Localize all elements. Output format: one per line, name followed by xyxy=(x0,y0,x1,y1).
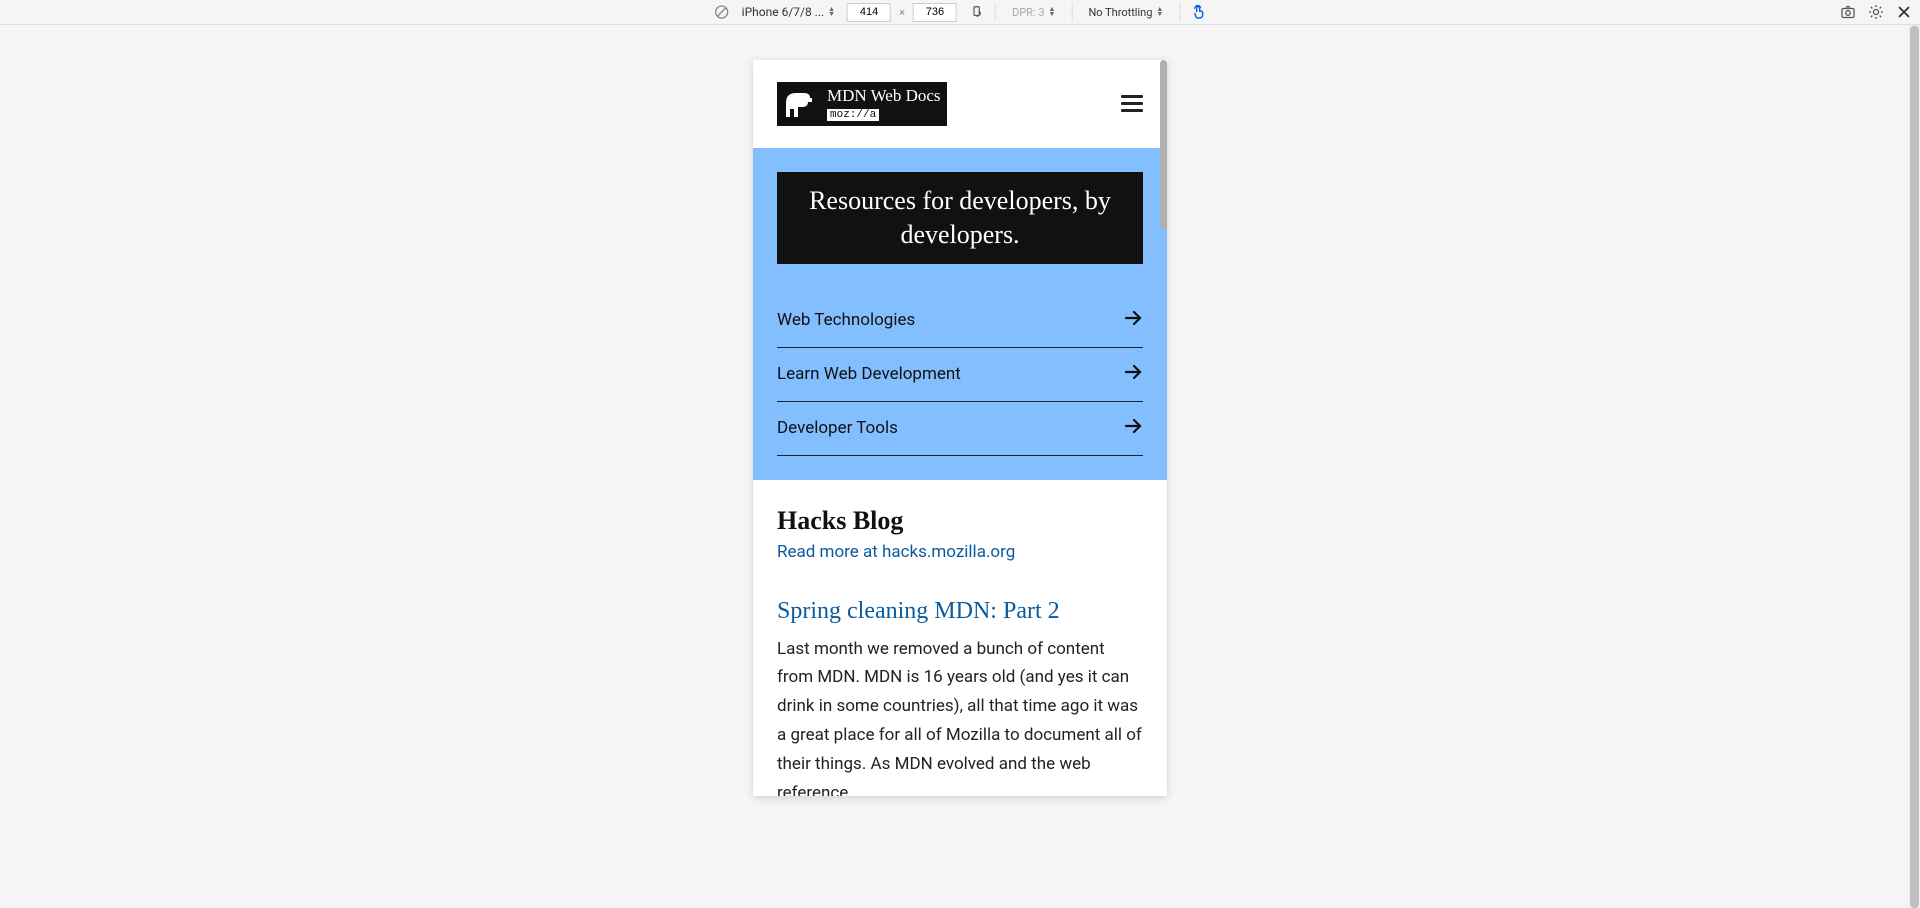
device-viewport: MDN Web Docs moz://a Resources for devel… xyxy=(753,60,1167,796)
hero-link-developer-tools[interactable]: Developer Tools xyxy=(777,402,1143,456)
blog-heading: Hacks Blog xyxy=(777,506,1143,536)
screenshot-icon[interactable] xyxy=(1840,4,1856,20)
dpr-selector[interactable]: DPR: 3 ▲▼ xyxy=(1006,4,1061,21)
responsive-viewport-area: MDN Web Docs moz://a Resources for devel… xyxy=(0,25,1920,907)
throttling-selector[interactable]: No Throttling ▲▼ xyxy=(1082,4,1169,21)
throttling-label: No Throttling xyxy=(1088,6,1152,19)
dpr-label: DPR: 3 xyxy=(1012,6,1045,19)
dino-icon xyxy=(777,82,821,126)
toolbar-center-controls: iPhone 6/7/8 ... ▲▼ × DPR: 3 ▲▼ No Throt… xyxy=(714,3,1207,22)
blog-readmore-link[interactable]: Read more at hacks.mozilla.org xyxy=(777,542,1143,562)
viewport-scrollbar[interactable] xyxy=(1160,60,1167,230)
device-name: iPhone 6/7/8 ... xyxy=(742,5,825,19)
select-arrows-icon: ▲▼ xyxy=(1156,7,1163,17)
rotate-viewport-icon[interactable] xyxy=(969,4,985,20)
viewport-height-input[interactable] xyxy=(913,3,957,22)
hero-section: Resources for developers, by developers.… xyxy=(753,148,1167,480)
touch-simulation-icon[interactable] xyxy=(1190,4,1206,20)
mdn-logo[interactable]: MDN Web Docs moz://a xyxy=(777,82,947,126)
outer-scrollbar[interactable] xyxy=(1909,25,1920,907)
viewport-width-input[interactable] xyxy=(847,3,891,22)
arrow-right-icon xyxy=(1123,416,1143,441)
arrow-right-icon xyxy=(1123,308,1143,333)
close-icon[interactable] xyxy=(1896,4,1912,20)
toolbar-right-controls xyxy=(1840,4,1912,20)
hero-link-label: Learn Web Development xyxy=(777,364,961,384)
hero-link-label: Web Technologies xyxy=(777,310,915,330)
hero-title: Resources for developers, by developers. xyxy=(777,172,1143,264)
site-header: MDN Web Docs moz://a xyxy=(753,60,1167,148)
blog-section: Hacks Blog Read more at hacks.mozilla.or… xyxy=(753,480,1167,796)
blog-post-title[interactable]: Spring cleaning MDN: Part 2 xyxy=(777,598,1143,625)
logo-sub-text: moz://a xyxy=(827,109,879,121)
arrow-right-icon xyxy=(1123,362,1143,387)
settings-icon[interactable] xyxy=(1868,4,1884,20)
devtools-responsive-toolbar: iPhone 6/7/8 ... ▲▼ × DPR: 3 ▲▼ No Throt… xyxy=(0,0,1920,25)
hero-link-label: Developer Tools xyxy=(777,418,898,438)
dimension-separator: × xyxy=(897,6,907,19)
logo-main-text: MDN Web Docs xyxy=(827,87,941,106)
toolbar-separator xyxy=(1179,3,1180,21)
device-selector[interactable]: iPhone 6/7/8 ... ▲▼ xyxy=(736,3,841,21)
toolbar-separator xyxy=(1071,3,1072,21)
hero-link-web-technologies[interactable]: Web Technologies xyxy=(777,294,1143,348)
hero-link-learn-web-development[interactable]: Learn Web Development xyxy=(777,348,1143,402)
logo-text: MDN Web Docs moz://a xyxy=(821,82,947,126)
no-device-icon[interactable] xyxy=(714,4,730,20)
hamburger-menu-icon[interactable] xyxy=(1121,95,1143,113)
blog-post-body: Last month we removed a bunch of content… xyxy=(777,635,1143,796)
toolbar-separator xyxy=(995,3,996,21)
select-arrows-icon: ▲▼ xyxy=(828,7,835,17)
select-arrows-icon: ▲▼ xyxy=(1049,7,1056,17)
